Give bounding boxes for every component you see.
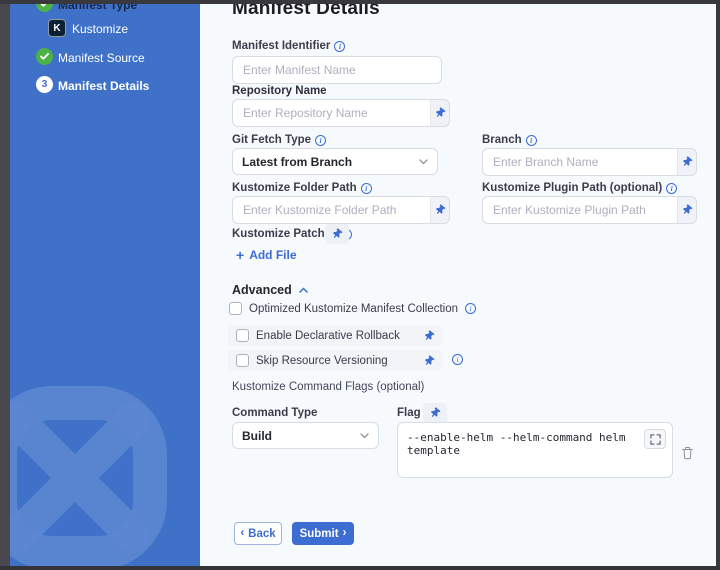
chevron-down-icon <box>419 159 428 165</box>
manifest-details-modal: Manifest Type K Kustomize Manifest Sourc… <box>0 0 720 570</box>
kustomize-patches-pin-button[interactable] <box>325 224 349 244</box>
runtime-input-pin[interactable] <box>430 196 450 224</box>
plus-icon: + <box>236 248 244 262</box>
pin-icon <box>433 106 447 120</box>
step-manifest-source-label[interactable]: Manifest Source <box>58 51 145 65</box>
skip-resource-versioning-checkbox[interactable] <box>236 354 249 367</box>
info-icon[interactable]: i <box>361 183 372 194</box>
check-icon <box>36 48 53 65</box>
dimmed-background-left <box>0 0 10 570</box>
kustomize-plugin-path-input[interactable] <box>482 196 677 224</box>
runtime-input-pin[interactable] <box>677 148 697 176</box>
wizard-sidebar: Manifest Type K Kustomize Manifest Sourc… <box>10 0 200 570</box>
info-icon[interactable]: i <box>526 135 537 146</box>
pin-icon <box>680 155 694 169</box>
info-icon[interactable]: i <box>666 183 677 194</box>
command-flags-section-label: Kustomize Command Flags (optional) <box>232 381 424 393</box>
advanced-section-toggle[interactable]: Advanced <box>232 283 308 297</box>
flag-pin-button[interactable] <box>423 403 447 423</box>
git-fetch-type-label: Git Fetch Type i <box>232 134 326 146</box>
branch-label: Branch i <box>482 134 537 146</box>
dimmed-background-right <box>716 0 720 570</box>
pin-icon[interactable] <box>422 353 436 367</box>
kustomize-folder-path-label: Kustomize Folder Path i <box>232 182 372 194</box>
step-manifest-source[interactable] <box>36 48 53 65</box>
expand-icon <box>650 434 661 445</box>
git-fetch-type-select[interactable]: Latest from Branch <box>232 148 438 175</box>
chevron-down-icon <box>360 433 369 439</box>
flag-label: Flag <box>397 407 421 419</box>
back-button[interactable]: ‹ Back <box>234 522 282 545</box>
repository-name-label: Repository Name <box>232 85 327 97</box>
manifest-identifier-label: Manifest Identifier i <box>232 40 345 52</box>
chevron-right-icon: › <box>343 528 347 540</box>
info-icon[interactable]: i <box>465 303 476 314</box>
dimmed-background-top <box>0 0 720 4</box>
step-number-badge: 3 <box>36 76 53 93</box>
pin-icon <box>680 203 694 217</box>
branch-input[interactable] <box>482 148 677 176</box>
dimmed-background-bottom <box>0 566 720 570</box>
trash-icon[interactable] <box>681 446 694 460</box>
chevron-up-icon <box>299 287 308 293</box>
optimized-collection-checkbox[interactable] <box>229 302 242 315</box>
chevron-left-icon: ‹ <box>240 528 244 540</box>
flag-value-textarea[interactable]: --enable-helm --helm-command helm templa… <box>397 422 673 478</box>
kustomize-icon: K <box>48 19 66 37</box>
repository-name-input[interactable] <box>232 99 430 127</box>
pin-icon <box>330 227 344 241</box>
info-icon[interactable]: i <box>452 354 463 365</box>
submit-button[interactable]: Submit › <box>292 522 354 545</box>
add-file-button[interactable]: + Add File <box>236 248 297 262</box>
skip-resource-versioning-option: Skip Resource Versioning <box>228 350 442 371</box>
step-kustomize[interactable]: K <box>48 19 66 37</box>
command-type-label: Command Type <box>232 407 317 419</box>
manifest-identifier-input[interactable] <box>232 56 442 84</box>
harness-logo-watermark <box>10 358 195 570</box>
info-icon[interactable]: i <box>315 135 326 146</box>
step-kustomize-label[interactable]: Kustomize <box>72 22 128 36</box>
runtime-input-pin[interactable] <box>677 196 697 224</box>
command-type-select[interactable]: Build <box>232 422 379 449</box>
pin-icon[interactable] <box>422 328 436 342</box>
pin-icon <box>433 203 447 217</box>
expand-editor-button[interactable] <box>644 429 666 449</box>
kustomize-folder-path-input[interactable] <box>232 196 430 224</box>
step-manifest-details-label[interactable]: Manifest Details <box>58 79 149 93</box>
step-manifest-details[interactable]: 3 <box>36 76 53 93</box>
declarative-rollback-option: Enable Declarative Rollback <box>228 325 442 346</box>
runtime-input-pin[interactable] <box>430 99 450 127</box>
optimized-collection-option: Optimized Kustomize Manifest Collection … <box>229 302 476 315</box>
kustomize-plugin-path-label: Kustomize Plugin Path (optional) i <box>482 182 677 194</box>
info-icon[interactable]: i <box>334 41 345 52</box>
pin-icon <box>428 406 442 420</box>
declarative-rollback-checkbox[interactable] <box>236 329 249 342</box>
